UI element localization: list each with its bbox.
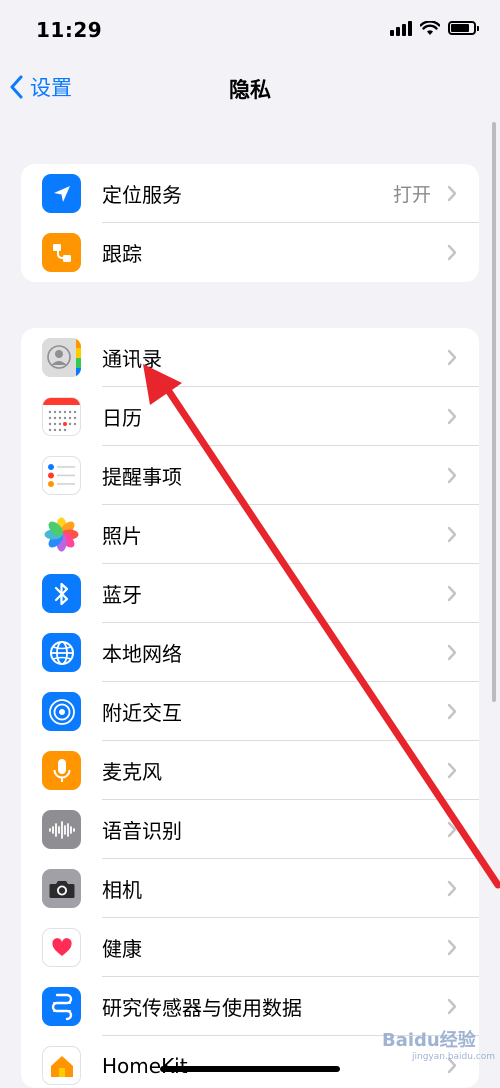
list-item-health[interactable]: 健康 (21, 918, 479, 977)
chevron-right-icon (447, 998, 457, 1015)
chevron-right-icon (447, 762, 457, 779)
bluetooth-icon (42, 574, 81, 613)
chevron-right-icon (447, 644, 457, 661)
list-item-label: 蓝牙 (102, 583, 142, 607)
list-item-label: 日历 (102, 406, 142, 430)
battery-icon (448, 21, 479, 35)
nearby-interaction-icon (42, 692, 81, 731)
chevron-right-icon (447, 185, 457, 202)
list-item-label: 照片 (102, 524, 142, 548)
status-icons (390, 20, 479, 36)
chevron-right-icon (447, 821, 457, 838)
chevron-right-icon (447, 526, 457, 543)
list-item-label: 附近交互 (102, 701, 182, 725)
contacts-icon (42, 338, 81, 377)
research-icon (42, 987, 81, 1026)
list-item-label: 提醒事项 (102, 465, 182, 489)
globe-icon (42, 633, 81, 672)
list-item-label: 研究传感器与使用数据 (102, 996, 302, 1020)
heart-icon (42, 928, 81, 967)
status-time: 11:29 (36, 18, 103, 42)
reminders-icon (42, 456, 81, 495)
list-item-bluetooth[interactable]: 蓝牙 (21, 564, 479, 623)
list-item-camera[interactable]: 相机 (21, 859, 479, 918)
calendar-icon (42, 397, 81, 436)
list-item-local-network[interactable]: 本地网络 (21, 623, 479, 682)
list-item-contacts[interactable]: 通讯录 (21, 328, 479, 387)
chevron-right-icon (447, 585, 457, 602)
list-item-microphone[interactable]: 麦克风 (21, 741, 479, 800)
chevron-right-icon (447, 244, 457, 261)
page-title: 隐私 (229, 78, 271, 102)
chevron-right-icon (447, 880, 457, 897)
list-item-speech-recognition[interactable]: 语音识别 (21, 800, 479, 859)
list-item-value: 打开 (392, 184, 431, 206)
watermark-brand: Baidu经验 (382, 1030, 476, 1051)
photos-icon (42, 515, 81, 554)
list-item-label: 定位服务 (102, 183, 182, 207)
chevron-right-icon (447, 939, 457, 956)
location-arrow-icon (42, 174, 81, 213)
list-item-tracking[interactable]: 跟踪 (21, 223, 479, 282)
tracking-icon (42, 233, 81, 272)
camera-icon (42, 869, 81, 908)
list-item-label: 本地网络 (102, 642, 182, 666)
list-item-label: 健康 (102, 937, 142, 961)
chevron-right-icon (447, 349, 457, 366)
watermark-logo: Baidu经验 jingyan.baidu.com (382, 1026, 495, 1062)
list-item-photos[interactable]: 照片 (21, 505, 479, 564)
microphone-icon (42, 751, 81, 790)
wifi-icon (420, 20, 440, 35)
list-item-label: 语音识别 (102, 819, 182, 843)
list-item-reminders[interactable]: 提醒事项 (21, 446, 479, 505)
nav-bar: 设置 隐私 (0, 66, 500, 112)
waveform-icon (42, 810, 81, 849)
settings-group-tracking: 定位服务 打开 跟踪 (21, 164, 479, 282)
list-item-location-services[interactable]: 定位服务 打开 (21, 164, 479, 223)
chevron-right-icon (447, 703, 457, 720)
list-item-label: 麦克风 (102, 760, 162, 784)
chevron-right-icon (447, 467, 457, 484)
status-bar: 11:29 (0, 0, 500, 60)
list-item-label: 通讯录 (102, 347, 162, 371)
list-item-calendar[interactable]: 日历 (21, 387, 479, 446)
chevron-right-icon (447, 408, 457, 425)
list-item-label: 跟踪 (102, 242, 142, 266)
list-item-label: 相机 (102, 878, 142, 902)
home-indicator[interactable] (160, 1066, 340, 1072)
scrollbar[interactable] (492, 122, 496, 702)
watermark-url: jingyan.baidu.com (412, 1052, 496, 1062)
cellular-signal-icon (390, 20, 412, 36)
list-item-nearby-interaction[interactable]: 附近交互 (21, 682, 479, 741)
home-icon (42, 1046, 81, 1085)
settings-group-permissions: 通讯录 日历 提醒事项 照片 蓝牙 本地网络 附近交互 麦克风 语音识别 相机 … (21, 328, 479, 1088)
